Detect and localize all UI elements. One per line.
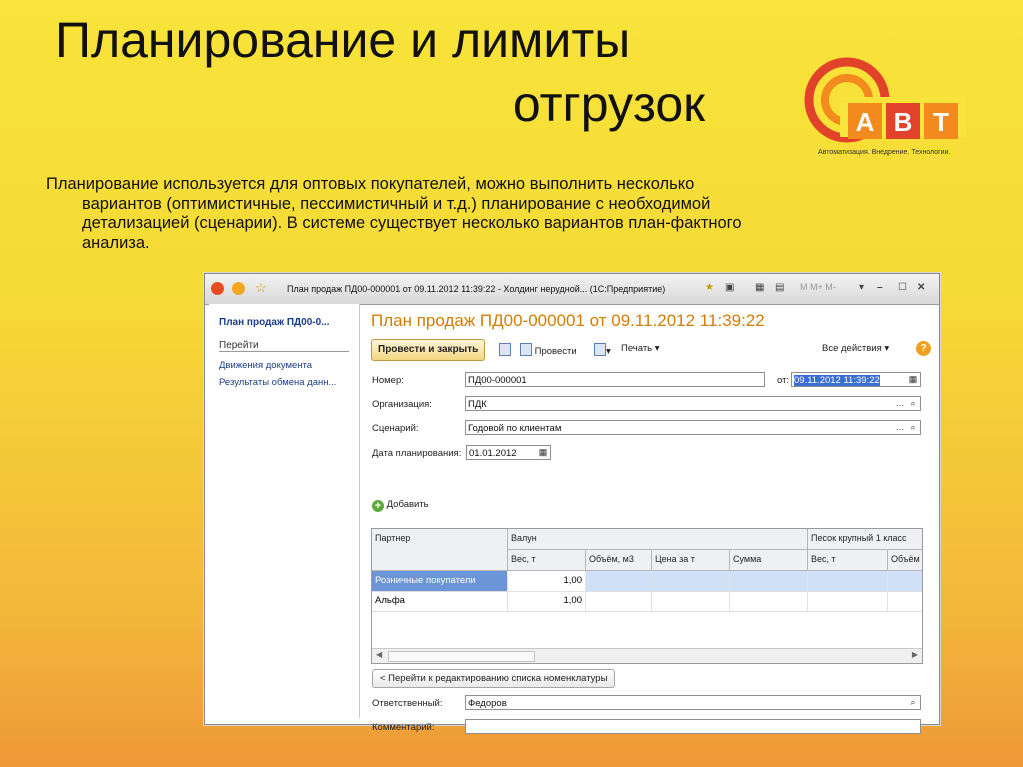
svg-text:В: В [894, 107, 913, 137]
search-icon[interactable]: ⌕ [907, 422, 919, 433]
memory-buttons[interactable]: M M+ M- [800, 282, 836, 292]
print-button[interactable]: Печать ▾ [621, 343, 660, 354]
column-group-sand[interactable]: Песок крупный 1 класс [808, 529, 922, 550]
svg-text:Т: Т [933, 107, 949, 137]
org-field[interactable]: ПДК … ⌕ [465, 396, 921, 411]
table-row[interactable]: Розничные покупатели 1,00 [372, 571, 922, 592]
goto-nomenclature-button[interactable]: < Перейти к редактированию списка номенк… [372, 669, 616, 688]
column-partner[interactable]: Партнер [372, 529, 508, 571]
responsible-value: Федоров [468, 698, 507, 709]
cell-weight-2[interactable] [808, 591, 888, 611]
scenario-field[interactable]: Годовой по клиентам … ⌕ [465, 420, 921, 435]
plan-date-field[interactable]: 01.01.2012 ▦ [466, 445, 551, 460]
bullet-text: Планирование используется для оптовых по… [46, 175, 742, 252]
org-value: ПДК [468, 399, 487, 410]
close-icon[interactable]: ✕ [917, 282, 925, 293]
slide-title-line1: Планирование и лимиты [55, 12, 631, 68]
cell-sum[interactable] [730, 571, 808, 591]
cell-partner[interactable]: Альфа [372, 591, 508, 611]
sidebar-section-goto: Перейти [219, 340, 349, 352]
select-ellipsis-icon[interactable]: … [894, 398, 906, 409]
scroll-left-icon[interactable]: ◀ [376, 650, 382, 659]
save-icon[interactable] [499, 343, 511, 357]
sidebar-item-exchange[interactable]: Результаты обмена данн... [219, 377, 336, 388]
date-value: 09.11.2012 11:39:22 [794, 375, 880, 386]
post-icon [520, 343, 532, 356]
menu-dropdown-icon[interactable] [232, 282, 245, 295]
cell-weight[interactable]: 1,00 [508, 591, 586, 611]
star-icon[interactable]: ★ [705, 282, 714, 293]
date-field[interactable]: 09.11.2012 11:39:22 ▦ [791, 372, 921, 387]
cell-volume[interactable] [586, 571, 652, 591]
link-icon[interactable]: ▣ [725, 282, 734, 293]
1c-logo-icon[interactable] [211, 282, 224, 295]
scrollbar-thumb[interactable] [388, 651, 535, 662]
logo-tagline: Автоматизация. Внедрение. Технологии. [818, 149, 951, 156]
search-icon[interactable]: ⌕ [907, 398, 919, 409]
select-ellipsis-icon[interactable]: … [894, 422, 906, 433]
cell-price[interactable] [652, 571, 730, 591]
responsible-field[interactable]: Федоров ⌕ [465, 695, 921, 710]
scroll-right-icon[interactable]: ▶ [912, 650, 918, 659]
slide-title-line2: отгрузок [512, 76, 705, 132]
table-row[interactable]: Альфа 1,00 [372, 591, 922, 612]
sidebar-doc-link[interactable]: План продаж ПД00-0... [219, 317, 329, 328]
app-window: ☆ План продаж ПД00-000001 от 09.11.2012 … [204, 273, 940, 734]
column-weight-2[interactable]: Вес, т [808, 550, 888, 571]
cell-volume[interactable] [586, 591, 652, 611]
maximize-icon[interactable]: ☐ [898, 282, 907, 293]
column-group-valun[interactable]: Валун [508, 529, 808, 550]
date-label: от: [777, 375, 790, 386]
all-actions-button[interactable]: Все действия ▾ [822, 343, 889, 354]
calendar-icon[interactable]: ▦ [907, 374, 919, 385]
responsible-label: Ответственный: [372, 698, 443, 709]
favorite-star-icon[interactable]: ☆ [255, 281, 268, 295]
column-sum[interactable]: Сумма [730, 550, 808, 571]
comment-field[interactable] [465, 719, 921, 734]
structure-icon[interactable]: ▾ [594, 343, 611, 357]
number-field[interactable]: ПД00-000001 [465, 372, 765, 387]
cell-price[interactable] [652, 591, 730, 611]
search-icon[interactable]: ⌕ [907, 697, 919, 708]
slide-title: Планирование и лимиты отгрузок [55, 8, 705, 136]
add-icon: + [372, 500, 384, 512]
comment-label: Комментарий: [372, 722, 435, 733]
column-price[interactable]: Цена за т [652, 550, 730, 571]
scenario-label: Сценарий: [372, 423, 419, 434]
minimize-icon[interactable]: – [877, 282, 883, 293]
post-and-close-button[interactable]: Провести и закрыть [371, 339, 486, 361]
plan-table: Партнер Валун Песок крупный 1 класс Вес,… [371, 528, 923, 664]
calendar-icon[interactable]: ▤ [775, 282, 784, 293]
scenario-value: Годовой по клиентам [468, 423, 562, 434]
form-area: План продаж ПД00-000001 от 09.11.2012 11… [363, 304, 935, 734]
window-title: План продаж ПД00-000001 от 09.11.2012 11… [287, 284, 666, 294]
add-button[interactable]: + Добавить [372, 499, 429, 512]
slide-bullet: Планирование используется для оптовых по… [46, 175, 746, 253]
sidebar-item-movements[interactable]: Движения документа [219, 360, 312, 371]
plan-date-label: Дата планирования: [372, 448, 462, 459]
sidebar: План продаж ПД00-0... Перейти Движения д… [209, 304, 360, 718]
cell-partner[interactable]: Розничные покупатели [372, 571, 508, 591]
document-title: План продаж ПД00-000001 от 09.11.2012 11… [371, 311, 765, 330]
column-volume[interactable]: Объём, м3 [586, 550, 652, 571]
calculator-icon[interactable]: ▦ [755, 282, 764, 293]
cell-weight-2[interactable] [808, 571, 888, 591]
dropdown-icon[interactable]: ▾ [859, 282, 864, 293]
help-icon[interactable]: ? [916, 341, 931, 356]
toolbar: Провести и закрыть Провести ▾ Печать ▾ В… [363, 338, 935, 361]
add-label: Добавить [386, 499, 429, 510]
cell-sum[interactable] [730, 591, 808, 611]
post-label: Провести [534, 346, 577, 357]
post-button[interactable]: Провести [520, 343, 577, 357]
org-label: Организация: [372, 399, 432, 410]
plan-date-value: 01.01.2012 [469, 448, 517, 459]
svg-text:А: А [856, 107, 875, 137]
calendar-icon[interactable]: ▦ [537, 447, 549, 458]
number-label: Номер: [372, 375, 404, 386]
horizontal-scrollbar[interactable]: ◀ ▶ [372, 648, 922, 663]
title-bar: ☆ План продаж ПД00-000001 от 09.11.2012 … [205, 274, 939, 305]
column-volume-2[interactable]: Объём [888, 550, 922, 571]
cell-weight[interactable]: 1,00 [508, 571, 586, 591]
column-weight[interactable]: Вес, т [508, 550, 586, 571]
